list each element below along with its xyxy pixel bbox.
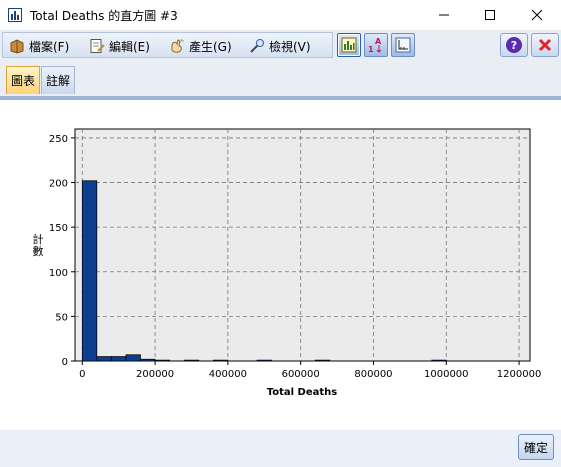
y-tick-label: 100 — [49, 268, 68, 279]
svg-text:?: ? — [511, 39, 517, 52]
y-tick-label: 150 — [49, 223, 68, 234]
menu-file-label: 檔案(F) — [29, 39, 70, 54]
y-tick-label: 50 — [55, 312, 68, 323]
generate-icon — [171, 38, 184, 53]
histogram-bar — [256, 359, 272, 362]
svg-text:1: 1 — [368, 45, 374, 54]
histogram-chart: 0 50 100 150 200 250 0 200000 400000 600000 80000… — [33, 128, 541, 398]
menu-generate[interactable]: 產生(G) — [169, 37, 232, 55]
histogram-bar — [140, 358, 156, 362]
x-tick-label: 800000 — [354, 369, 392, 380]
histogram-bar — [183, 359, 200, 362]
y-axis-ticks: 0 50 100 150 200 250 — [49, 134, 75, 368]
x-tick-label: 400000 — [209, 369, 247, 380]
histogram-bar — [212, 359, 229, 362]
close-window-icon — [531, 9, 543, 21]
sort-labels-icon: A 1 — [368, 37, 382, 54]
tab-annotations-label: 註解 — [46, 74, 71, 88]
histogram-bar — [111, 356, 127, 362]
close-dialog-button[interactable] — [531, 33, 559, 57]
ok-button[interactable]: 確定 — [518, 434, 554, 460]
tab-bar: 圖表 註解 — [0, 60, 561, 96]
y-tick-label: 200 — [49, 179, 68, 190]
menu-edit-label: 編輯(E) — [109, 39, 150, 54]
x-tick-label: 0 — [79, 369, 85, 380]
chart-axis-button[interactable] — [391, 33, 415, 57]
x-tick-label: 1000000 — [424, 369, 469, 380]
minimize-icon — [439, 14, 449, 16]
close-window-button[interactable] — [514, 0, 560, 30]
maximize-button[interactable] — [467, 0, 513, 30]
close-icon — [538, 38, 552, 52]
histogram-bar — [96, 356, 112, 362]
title-bar: Total Deaths 的直方圖 #3 — [0, 0, 561, 30]
menu-view-label: 檢視(V) — [269, 39, 311, 54]
y-tick-label: 0 — [62, 357, 68, 368]
menu-generate-label: 產生(G) — [189, 39, 232, 54]
minimize-button[interactable] — [421, 0, 467, 30]
y-tick-label: 250 — [49, 134, 68, 145]
menu-bar: 檔案(F) 編輯(E) 產生(G) 檢視(V) — [2, 32, 333, 58]
svg-text:A: A — [375, 37, 382, 46]
view-icon — [250, 39, 264, 53]
histogram-bar — [125, 354, 141, 362]
tab-annotations[interactable]: 註解 — [41, 66, 76, 94]
menu-view[interactable]: 檢視(V) — [249, 37, 311, 55]
menu-file[interactable]: 檔案(F) — [9, 37, 69, 55]
x-axis-label: Total Deaths — [267, 387, 338, 398]
plot-background — [74, 128, 531, 362]
help-button[interactable]: ? — [500, 33, 528, 57]
x-tick-label: 1200000 — [497, 369, 542, 380]
maximize-icon — [485, 10, 495, 20]
x-tick-label: 600000 — [282, 369, 320, 380]
histogram-app-icon — [8, 8, 22, 22]
file-icon — [10, 39, 24, 54]
edit-icon — [90, 39, 105, 53]
tab-chart[interactable]: 圖表 — [6, 66, 41, 94]
sort-labels-button[interactable]: A 1 — [364, 33, 388, 57]
toolbar: 檔案(F) 編輯(E) 產生(G) 檢視(V) A 1 ? — [0, 30, 561, 60]
histogram-bar — [154, 359, 170, 362]
chart-axis-icon — [395, 37, 411, 53]
tab-chart-label: 圖表 — [11, 74, 36, 88]
copy-chart-button[interactable] — [337, 33, 361, 57]
histogram-bar — [81, 180, 98, 362]
x-axis-ticks: 0 200000 400000 600000 800000 1000000 1200000 — [79, 361, 541, 380]
histogram-bar — [314, 359, 331, 362]
menu-edit[interactable]: 編輯(E) — [89, 37, 150, 55]
copy-chart-icon — [341, 37, 357, 53]
help-icon: ? — [506, 37, 522, 53]
window-title: Total Deaths 的直方圖 #3 — [30, 9, 178, 23]
chart-panel: 0 50 100 150 200 250 0 200000 400000 600000 80000… — [0, 100, 561, 430]
histogram-bar — [431, 359, 447, 362]
ok-button-label: 確定 — [523, 440, 548, 455]
footer-bar: 確定 — [0, 430, 561, 467]
y-axis-label: 計數 — [33, 232, 44, 258]
x-tick-label: 200000 — [136, 369, 174, 380]
